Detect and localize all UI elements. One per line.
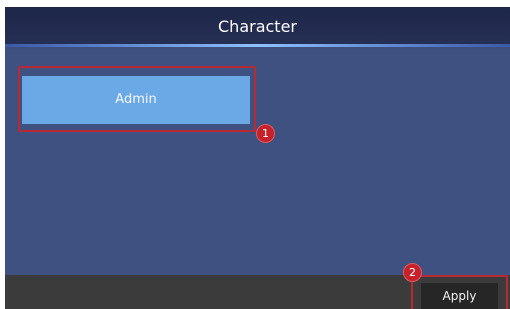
title-bar: Character <box>5 7 510 47</box>
apply-button[interactable]: Apply <box>421 283 498 309</box>
title-bar-divider <box>5 44 510 47</box>
annotation-badge-2: 2 <box>403 263 422 282</box>
page-title: Character <box>218 17 297 36</box>
character-screen: Character Admin 1 Apply 2 <box>5 7 510 309</box>
role-item-admin[interactable]: Admin <box>22 76 250 124</box>
annotation-badge-1: 1 <box>256 124 275 143</box>
